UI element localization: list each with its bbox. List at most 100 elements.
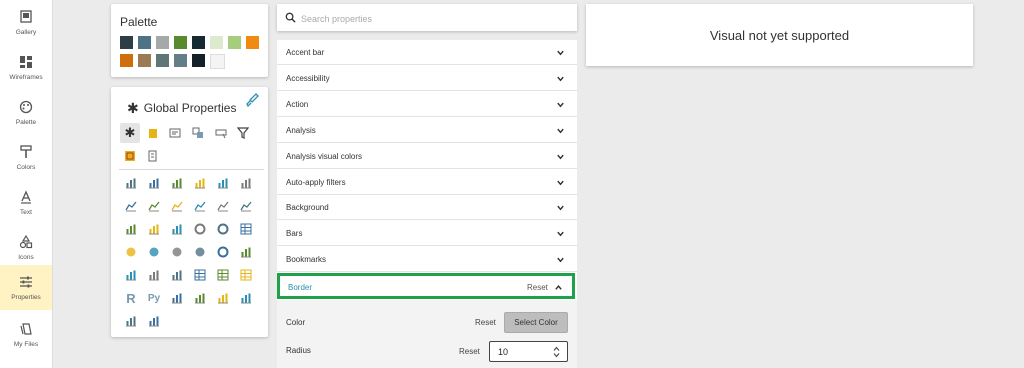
area-chart-icon[interactable] — [147, 199, 161, 213]
all-visuals-icon[interactable]: ✱ — [120, 123, 140, 143]
property-section-label: Analysis visual colors — [286, 151, 363, 161]
textbox-icon[interactable] — [168, 126, 182, 140]
nav-palette[interactable]: Palette — [0, 90, 52, 135]
chevron-down-icon[interactable] — [556, 203, 565, 212]
shape-map-icon[interactable] — [170, 245, 184, 259]
nav-gallery[interactable]: Gallery — [0, 0, 52, 45]
chevron-up-icon[interactable] — [554, 283, 563, 292]
decomposition-tree-icon[interactable] — [193, 291, 207, 305]
card-visual-icon[interactable] — [239, 245, 253, 259]
color-reset-button[interactable]: Reset — [475, 318, 496, 327]
chevron-down-icon[interactable] — [556, 100, 565, 109]
border-reset-button[interactable]: Reset — [527, 283, 548, 292]
radius-reset-button[interactable]: Reset — [459, 347, 480, 356]
nav-text[interactable]: Text — [0, 180, 52, 225]
funnel-icon[interactable] — [147, 222, 161, 236]
paint-brush-icon[interactable] — [245, 93, 259, 107]
table-visual-icon[interactable] — [239, 268, 253, 282]
line-clustered-column-icon[interactable] — [216, 199, 230, 213]
palette-swatch[interactable] — [138, 54, 151, 67]
card-icon[interactable] — [146, 126, 160, 140]
palette-swatch[interactable] — [246, 36, 259, 49]
table-icon[interactable] — [193, 268, 207, 282]
ribbon-chart-icon[interactable] — [239, 199, 253, 213]
palette-swatch[interactable] — [138, 36, 151, 49]
clustered-bar-icon[interactable] — [147, 176, 161, 190]
palette-swatch[interactable] — [192, 36, 205, 49]
smart-narrative-icon[interactable] — [239, 291, 253, 305]
property-section-border[interactable]: Border Reset — [277, 273, 575, 299]
select-color-button[interactable]: Select Color — [504, 312, 568, 333]
nav-wireframes[interactable]: Wireframes — [0, 45, 52, 90]
key-influencers-icon[interactable] — [170, 291, 184, 305]
goals-icon[interactable] — [124, 314, 138, 328]
stacked-bar-icon[interactable] — [124, 176, 138, 190]
nav-properties[interactable]: Properties — [0, 265, 52, 310]
chevron-down-icon[interactable] — [556, 152, 565, 161]
waterfall-icon[interactable] — [124, 222, 138, 236]
nav-my-files[interactable]: My Files — [0, 312, 52, 357]
property-section-accent-bar[interactable]: Accent bar — [277, 40, 577, 65]
palette-swatch[interactable] — [210, 36, 223, 49]
property-section-bookmarks[interactable]: Bookmarks — [277, 247, 577, 273]
azure-map-icon[interactable] — [193, 245, 207, 259]
r-script-icon[interactable]: R — [124, 291, 138, 306]
python-icon[interactable]: Py — [147, 291, 161, 305]
radius-stepper[interactable]: 10 — [489, 341, 568, 362]
chevron-down-icon[interactable] — [556, 255, 565, 264]
scatter-icon[interactable] — [170, 222, 184, 236]
clustered-column-icon[interactable] — [216, 176, 230, 190]
qna-icon[interactable] — [216, 291, 230, 305]
pie-chart-icon[interactable] — [193, 222, 207, 236]
image-visual-icon[interactable] — [123, 149, 137, 163]
property-section-label: Accent bar — [286, 48, 325, 57]
search-input[interactable] — [299, 9, 563, 28]
property-section-analysis-visual-colors[interactable]: Analysis visual colors — [277, 144, 577, 169]
palette-swatch[interactable] — [192, 54, 205, 67]
kpi-icon[interactable] — [147, 268, 161, 282]
matrix-icon[interactable] — [216, 268, 230, 282]
property-section-bars[interactable]: Bars — [277, 221, 577, 247]
treemap-icon[interactable] — [239, 222, 253, 236]
paginated-report-icon[interactable] — [147, 314, 161, 328]
property-section-action[interactable]: Action — [277, 92, 577, 117]
stepper-arrows-icon[interactable] — [553, 346, 560, 358]
page-navigator-icon[interactable] — [146, 149, 160, 163]
gauge-icon[interactable] — [216, 245, 230, 259]
property-section-auto-apply-filters[interactable]: Auto-apply filters — [277, 170, 577, 195]
slicer-icon[interactable] — [170, 268, 184, 282]
chevron-down-icon[interactable] — [556, 229, 565, 238]
stacked-bar-100-icon[interactable] — [170, 176, 184, 190]
stacked-column-icon[interactable] — [193, 176, 207, 190]
filled-map-icon[interactable] — [147, 245, 161, 259]
chevron-down-icon[interactable] — [556, 48, 565, 57]
shapes-visual-icon[interactable] — [191, 126, 205, 140]
global-properties-card: ✱ Global Properties ✱ R Py — [111, 87, 268, 337]
filter-icon[interactable] — [236, 126, 250, 140]
donut-chart-icon[interactable] — [216, 222, 230, 236]
property-section-analysis[interactable]: Analysis — [277, 118, 577, 143]
palette-swatch[interactable] — [210, 54, 225, 69]
chevron-down-icon[interactable] — [556, 126, 565, 135]
button-icon[interactable] — [214, 126, 228, 140]
chevron-down-icon[interactable] — [556, 74, 565, 83]
property-section-background[interactable]: Background — [277, 195, 577, 221]
palette-swatch[interactable] — [120, 36, 133, 49]
chevron-down-icon[interactable] — [556, 178, 565, 187]
map-icon[interactable] — [124, 245, 138, 259]
nav-colors[interactable]: Colors — [0, 135, 52, 180]
property-section-accessibility[interactable]: Accessibility — [277, 66, 577, 91]
palette-swatch[interactable] — [174, 54, 187, 67]
nav-icons[interactable]: Icons — [0, 225, 52, 270]
stacked-column-100-icon[interactable] — [239, 176, 253, 190]
palette-swatch[interactable] — [228, 36, 241, 49]
shapes-icon — [19, 234, 33, 248]
line-chart-icon[interactable] — [124, 199, 138, 213]
stacked-area-icon[interactable] — [170, 199, 184, 213]
palette-swatch[interactable] — [156, 36, 169, 49]
palette-swatch[interactable] — [156, 54, 169, 67]
multi-row-card-icon[interactable] — [124, 268, 138, 282]
palette-swatch[interactable] — [120, 54, 133, 67]
line-column-icon[interactable] — [193, 199, 207, 213]
palette-swatch[interactable] — [174, 36, 187, 49]
